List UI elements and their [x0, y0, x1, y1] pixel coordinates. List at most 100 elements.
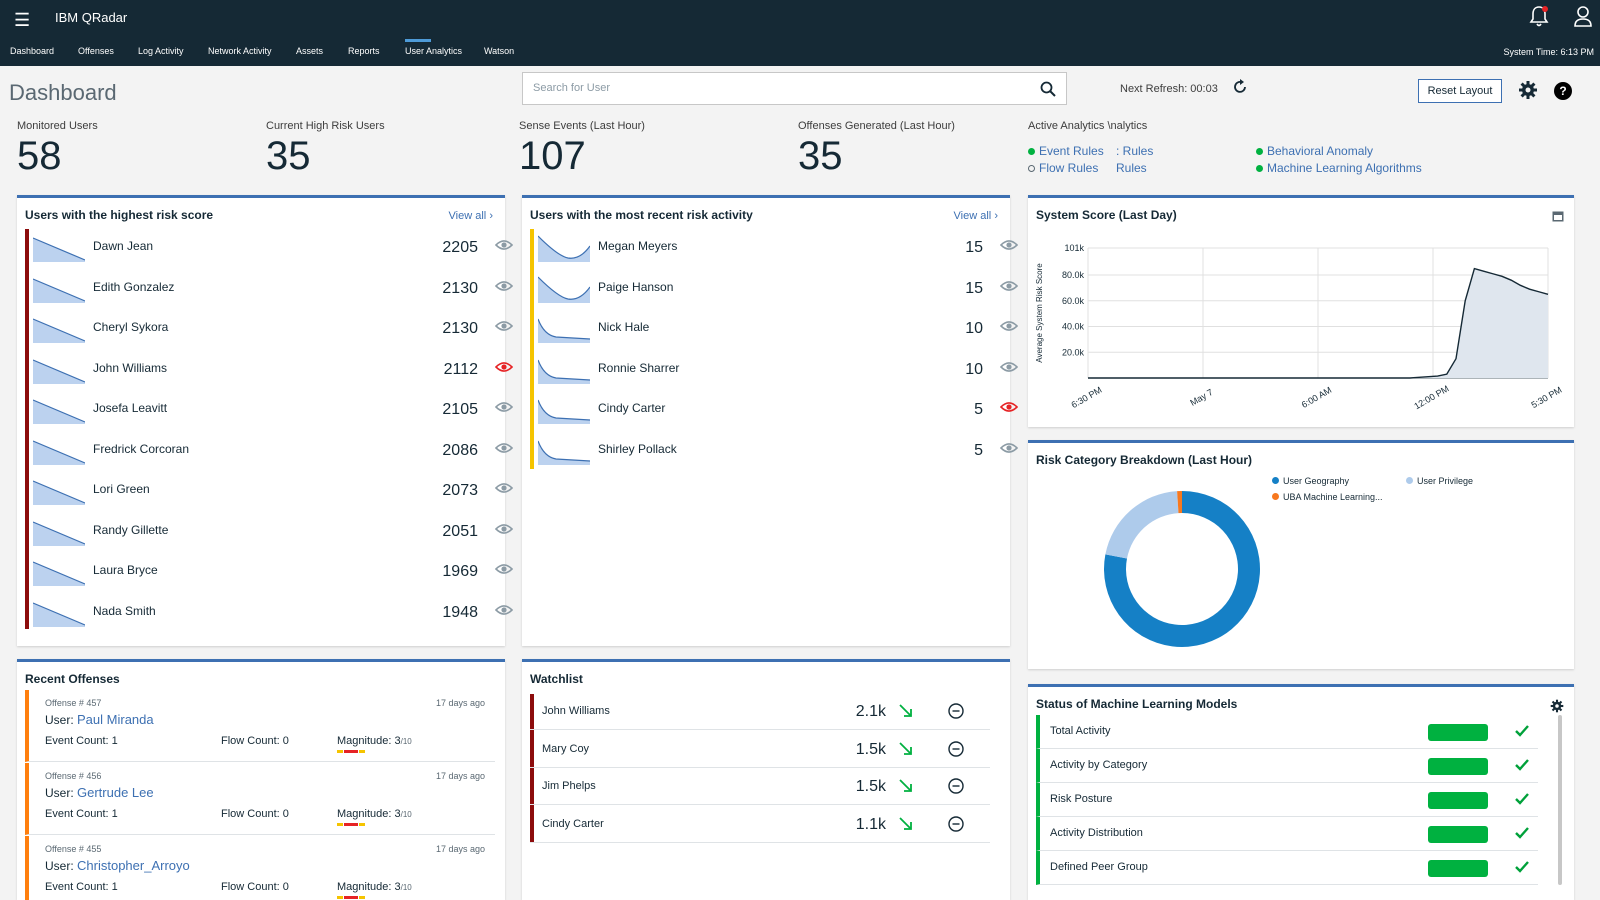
user-name[interactable]: Dawn Jean [93, 239, 153, 253]
eye-icon[interactable] [495, 523, 513, 535]
user-row[interactable]: Josefa Leavitt 2105 [33, 391, 513, 431]
search-icon[interactable] [1040, 81, 1056, 97]
user-row[interactable]: Megan Meyers 15 [538, 229, 1018, 269]
eye-icon[interactable] [495, 401, 513, 413]
tab-log-activity[interactable]: Log Activity [138, 46, 184, 56]
analytics-rules-b[interactable]: Rules [1116, 161, 1147, 175]
user-row[interactable]: Cindy Carter 5 [538, 391, 1018, 431]
user-row[interactable]: Lori Green 2073 [33, 472, 513, 512]
user-name[interactable]: Edith Gonzalez [93, 280, 174, 294]
user-row[interactable]: John Williams 2112 [33, 351, 513, 391]
eye-icon[interactable] [495, 442, 513, 454]
analytics-ml-algorithms[interactable]: Machine Learning Algorithms [1256, 161, 1422, 175]
sparkline-chart [538, 359, 590, 384]
view-all-link[interactable]: View all › [954, 210, 998, 222]
tab-watson[interactable]: Watson [484, 46, 514, 56]
eye-icon[interactable] [1000, 280, 1018, 292]
tab-network-activity[interactable]: Network Activity [208, 46, 272, 56]
eye-icon[interactable] [495, 604, 513, 616]
user-row[interactable]: Randy Gillette 2051 [33, 513, 513, 553]
gear-icon[interactable] [1518, 80, 1538, 100]
eye-icon[interactable] [495, 280, 513, 292]
user-name[interactable]: Laura Bryce [93, 563, 158, 577]
eye-icon[interactable] [495, 320, 513, 332]
user-row[interactable]: Laura Bryce 1969 [33, 553, 513, 593]
eye-icon[interactable] [495, 361, 513, 373]
user-name[interactable]: John Williams [93, 361, 167, 375]
analytics-event-rules[interactable]: Event Rules [1028, 144, 1104, 158]
active-analytics: Active Analytics \nalytics Event Rules F… [1028, 120, 1448, 180]
user-name[interactable]: Nada Smith [93, 604, 156, 618]
watchlist-row[interactable]: Jim Phelps 1.5k [530, 768, 990, 805]
remove-icon[interactable] [948, 740, 964, 757]
slice-user-privilege[interactable] [1105, 491, 1179, 559]
analytics-rules-a[interactable]: : Rules [1116, 144, 1153, 158]
watchlist-row[interactable]: Cindy Carter 1.1k [530, 806, 990, 843]
user-name[interactable]: Megan Meyers [598, 239, 677, 253]
user-row[interactable]: Shirley Pollack 5 [538, 432, 1018, 472]
user-name[interactable]: Paige Hanson [598, 280, 673, 294]
tab-dashboard[interactable]: Dashboard [10, 46, 54, 56]
view-all-link[interactable]: View all › [449, 210, 493, 222]
refresh-icon[interactable] [1232, 79, 1248, 95]
tab-offenses[interactable]: Offenses [78, 46, 114, 56]
menu-icon[interactable]: ☰ [14, 10, 30, 31]
user-name[interactable]: Ronnie Sharrer [598, 361, 679, 375]
eye-icon[interactable] [495, 563, 513, 575]
user-name[interactable]: Shirley Pollack [598, 442, 677, 456]
watch-user-name[interactable]: Cindy Carter [542, 818, 604, 830]
remove-icon[interactable] [948, 703, 964, 719]
eye-icon[interactable] [495, 239, 513, 251]
tab-user-analytics[interactable]: User Analytics [405, 39, 462, 56]
eye-icon[interactable] [1000, 442, 1018, 454]
reset-layout-button[interactable]: Reset Layout [1418, 79, 1502, 103]
sparkline-chart [538, 235, 590, 262]
eye-icon[interactable] [1000, 361, 1018, 373]
magnitude: Magnitude: 3/10 [337, 808, 412, 820]
bell-icon[interactable] [1528, 4, 1550, 28]
user-name[interactable]: Cheryl Sykora [93, 320, 168, 334]
offense-item[interactable]: Offense # 455 17 days ago User: Christophe… [25, 836, 495, 900]
eye-icon[interactable] [1000, 401, 1018, 413]
offense-item[interactable]: Offense # 456 17 days ago User: Gertrude L… [25, 763, 495, 835]
eye-icon[interactable] [1000, 239, 1018, 251]
user-row[interactable]: Nada Smith 1948 [33, 594, 513, 634]
gear-icon[interactable] [1550, 699, 1564, 713]
user-name[interactable]: Cindy Carter [598, 401, 665, 415]
user-name[interactable]: Randy Gillette [93, 523, 168, 537]
user-name[interactable]: Josefa Leavitt [93, 401, 167, 415]
user-row[interactable]: Ronnie Sharrer 10 [538, 351, 1018, 391]
user-row[interactable]: Cheryl Sykora 2130 [33, 310, 513, 350]
user-row[interactable]: Dawn Jean 2205 [33, 229, 513, 269]
watch-user-name[interactable]: John Williams [542, 705, 610, 717]
user-name[interactable]: Lori Green [93, 482, 150, 496]
offense-user-link[interactable]: Gertrude Lee [77, 785, 154, 800]
watchlist-row[interactable]: Mary Coy 1.5k [530, 731, 990, 768]
offense-user-link[interactable]: Christopher_Arroyo [77, 858, 190, 873]
analytics-flow-rules[interactable]: Flow Rules [1028, 161, 1098, 175]
remove-icon[interactable] [948, 815, 964, 832]
offense-item[interactable]: Offense # 457 17 days ago User: Paul Miran… [25, 690, 495, 762]
user-row[interactable]: Paige Hanson 15 [538, 270, 1018, 310]
tab-reports[interactable]: Reports [348, 46, 380, 56]
user-name[interactable]: Nick Hale [598, 320, 649, 334]
y-axis-label: Average System Risk Score [1035, 263, 1044, 363]
remove-icon[interactable] [948, 778, 964, 794]
tab-assets[interactable]: Assets [296, 46, 323, 56]
offense-user-link[interactable]: Paul Miranda [77, 712, 154, 727]
analytics-behavioral-anomaly[interactable]: Behavioral Anomaly [1256, 144, 1373, 158]
calendar-icon[interactable] [1552, 210, 1564, 222]
watchlist-row[interactable]: John Williams 2.1k [530, 693, 990, 730]
eye-icon[interactable] [1000, 320, 1018, 332]
watch-user-name[interactable]: Jim Phelps [542, 780, 596, 792]
user-name[interactable]: Fredrick Corcoran [93, 442, 189, 456]
search-input[interactable]: Search for User [522, 72, 1067, 105]
user-icon[interactable] [1572, 4, 1594, 28]
help-icon[interactable]: ? [1554, 82, 1572, 100]
scrollbar[interactable] [1558, 715, 1562, 885]
watch-user-name[interactable]: Mary Coy [542, 743, 589, 755]
user-row[interactable]: Edith Gonzalez 2130 [33, 270, 513, 310]
user-row[interactable]: Fredrick Corcoran 2086 [33, 432, 513, 472]
user-row[interactable]: Nick Hale 10 [538, 310, 1018, 350]
eye-icon[interactable] [495, 482, 513, 494]
